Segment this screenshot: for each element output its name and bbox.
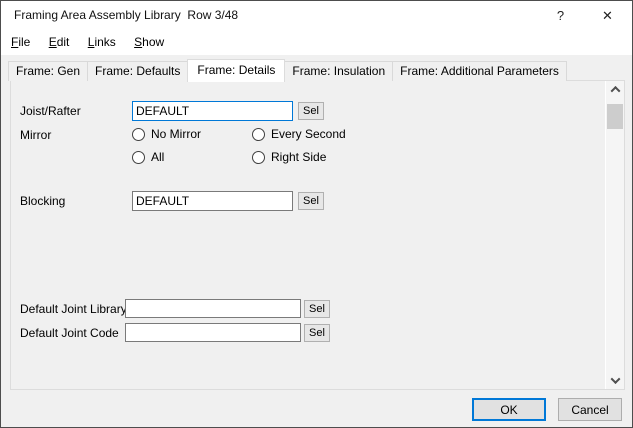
dialog-window: Framing Area Assembly Library Row 3/48 ?… — [0, 0, 633, 428]
tab-bar: Frame: Gen Frame: Defaults Frame: Detail… — [8, 58, 566, 81]
menu-item-show[interactable]: Show — [127, 30, 171, 54]
radio-every-second-label: Every Second — [271, 128, 346, 141]
radio-all-label: All — [151, 151, 164, 164]
default-joint-library-label: Default Joint Library — [20, 302, 127, 317]
tab-content-panel: Joist/Rafter Sel Mirror No Mirror Every … — [10, 80, 625, 390]
blocking-label: Blocking — [20, 194, 65, 209]
default-joint-library-sel-button[interactable]: Sel — [304, 300, 330, 318]
radio-right-side[interactable] — [252, 151, 265, 164]
joist-rafter-label: Joist/Rafter — [20, 104, 81, 119]
scroll-thumb[interactable] — [607, 104, 623, 129]
cancel-button[interactable]: Cancel — [558, 398, 622, 421]
close-button[interactable]: ✕ — [585, 1, 630, 30]
blocking-sel-button[interactable]: Sel — [298, 192, 324, 210]
scroll-up-icon — [610, 86, 620, 96]
tab-frame-gen[interactable]: Frame: Gen — [8, 61, 88, 81]
menu-item-file[interactable]: File — [4, 30, 37, 54]
help-icon: ? — [557, 8, 564, 23]
default-joint-library-input[interactable] — [125, 299, 301, 318]
radio-no-mirror-label: No Mirror — [151, 128, 201, 141]
menu-item-links[interactable]: Links — [81, 30, 123, 54]
help-button[interactable]: ? — [538, 1, 583, 30]
blocking-input[interactable] — [132, 191, 293, 211]
default-joint-code-sel-button[interactable]: Sel — [304, 324, 330, 342]
radio-option-every-second[interactable]: Every Second — [252, 127, 346, 141]
scroll-down-icon — [610, 374, 620, 384]
radio-all[interactable] — [132, 151, 145, 164]
radio-every-second[interactable] — [252, 128, 265, 141]
radio-right-side-label: Right Side — [271, 151, 326, 164]
radio-option-right-side[interactable]: Right Side — [252, 150, 326, 164]
scroll-up-button[interactable] — [606, 81, 624, 98]
tab-frame-defaults[interactable]: Frame: Defaults — [87, 61, 188, 81]
scroll-down-button[interactable] — [606, 372, 624, 389]
joist-rafter-sel-button[interactable]: Sel — [298, 102, 324, 120]
title-bar: Framing Area Assembly Library Row 3/48 ?… — [1, 1, 632, 30]
menu-bar: File Edit Links Show — [1, 30, 632, 55]
radio-option-no-mirror[interactable]: No Mirror — [132, 127, 201, 141]
default-joint-code-label: Default Joint Code — [20, 326, 119, 341]
joist-rafter-input[interactable] — [132, 101, 293, 121]
window-title: Framing Area Assembly Library Row 3/48 — [14, 1, 238, 30]
close-icon: ✕ — [602, 8, 613, 24]
radio-no-mirror[interactable] — [132, 128, 145, 141]
tab-frame-details[interactable]: Frame: Details — [187, 59, 285, 82]
tab-frame-additional-parameters[interactable]: Frame: Additional Parameters — [392, 61, 567, 81]
default-joint-code-input[interactable] — [125, 323, 301, 342]
ok-button[interactable]: OK — [472, 398, 546, 421]
radio-option-all[interactable]: All — [132, 150, 164, 164]
menu-item-edit[interactable]: Edit — [42, 30, 77, 54]
vertical-scrollbar[interactable] — [605, 81, 624, 389]
tab-frame-insulation[interactable]: Frame: Insulation — [284, 61, 393, 81]
mirror-label: Mirror — [20, 128, 51, 143]
